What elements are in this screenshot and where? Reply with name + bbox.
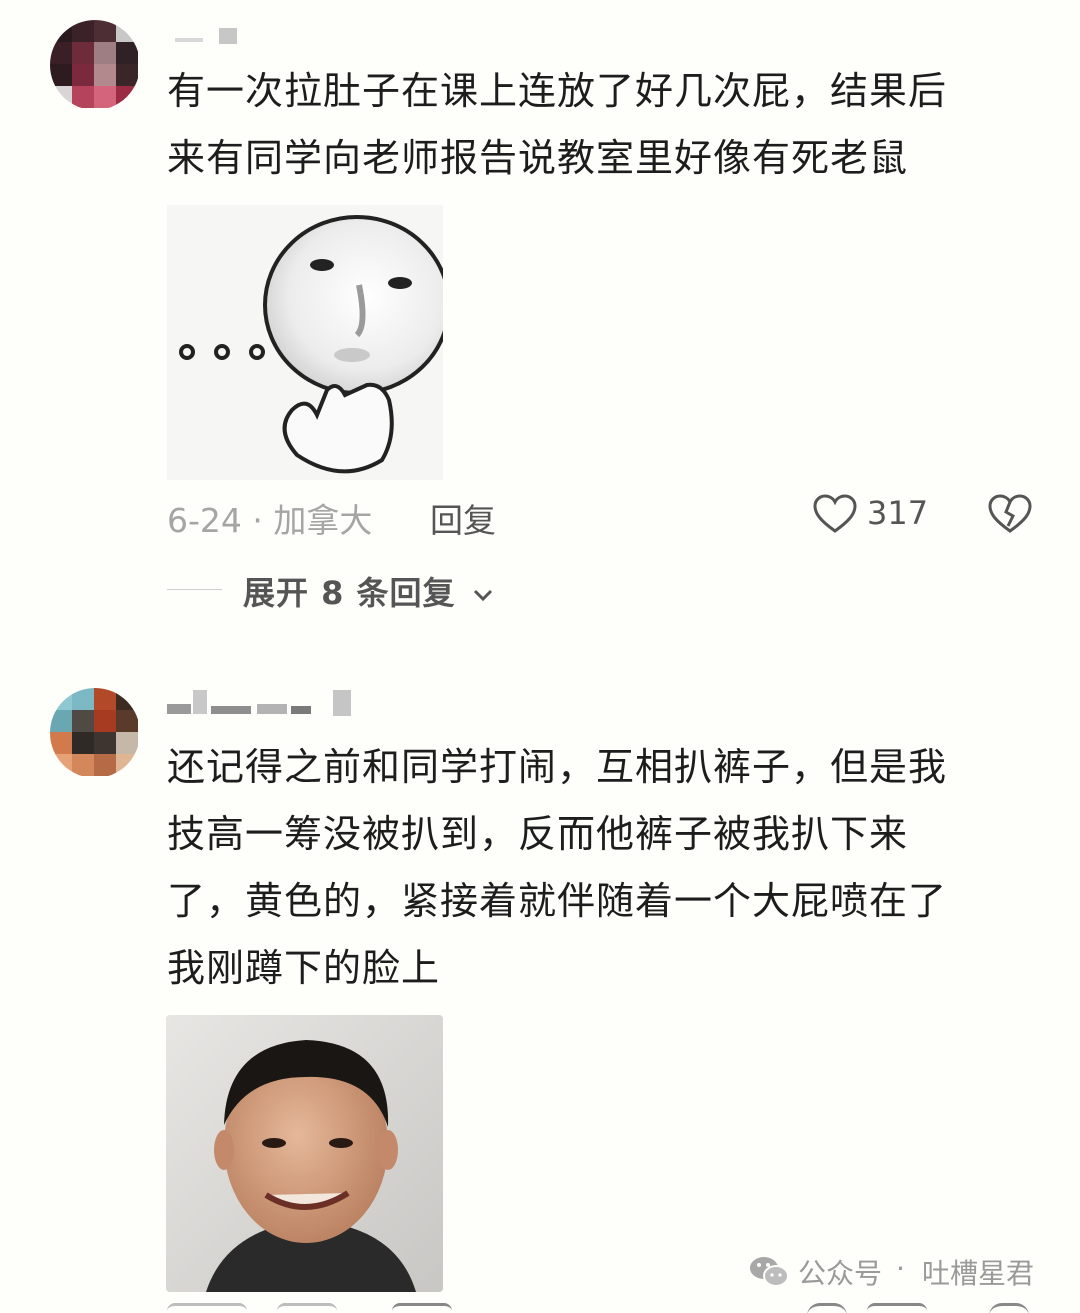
next-meta-row [167,1303,1037,1313]
comment-image[interactable] [166,1015,443,1292]
comment-text: 还记得之前和同学打闹，互相扒裤子，但是我 技高一筹没被扒到，反而他裤子被我扒下来… [167,745,948,990]
wechat-icon [750,1257,789,1287]
reply-button[interactable]: 回复 [430,494,496,542]
watermark-separator: · [896,1252,905,1285]
comment-text: 有一次拉肚子在课上连放了好几次屁，结果后 来有同学向老师报告说教室里好像有死老鼠 [167,69,948,180]
comment-date-location: 6-24 · 加拿大 [167,501,373,540]
username[interactable] [167,28,247,46]
user-avatar[interactable] [50,688,140,778]
comment-image[interactable] [167,205,443,480]
replies-divider [167,589,222,590]
heart-icon [813,494,857,533]
expand-replies-button[interactable]: 展开 8 条回复 [243,568,494,614]
like-count: 317 [867,494,929,532]
watermark-prefix: 公众号 [798,1257,883,1290]
watermark-name: 吐槽星君 [922,1257,1035,1290]
chevron-down-icon [473,589,492,602]
dislike-broken-heart-icon[interactable] [988,494,1032,534]
user-avatar[interactable] [50,20,140,110]
like-button[interactable]: 317 [813,492,933,536]
expand-replies-label: 展开 8 条回复 [243,574,456,612]
username[interactable] [167,690,357,718]
